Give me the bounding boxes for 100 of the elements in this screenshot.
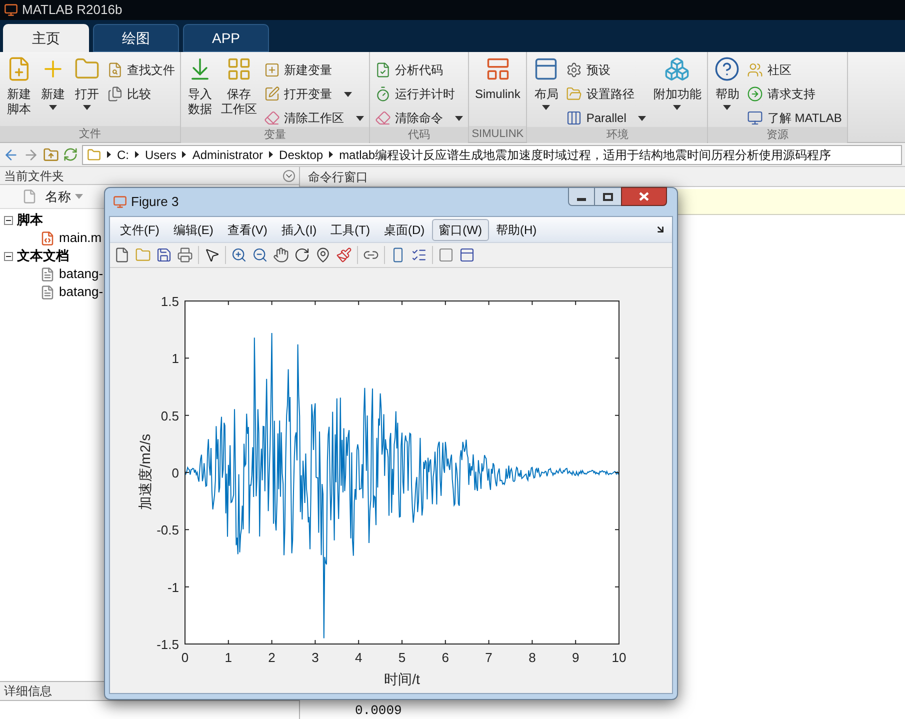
menu-item[interactable]: 桌面(D) xyxy=(376,218,432,240)
ribbon-menu-item[interactable]: 新建变量 xyxy=(261,58,367,82)
group-label: 变量 xyxy=(181,127,369,143)
zoom-out-icon xyxy=(252,247,268,263)
folder-up-icon[interactable] xyxy=(43,146,59,162)
menu-item[interactable]: 帮助(H) xyxy=(488,218,544,240)
ribbon-menu-item[interactable]: 请求支持 xyxy=(744,82,845,106)
zoom-in-icon xyxy=(231,247,247,263)
menu-item[interactable]: 文件(F) xyxy=(113,218,166,240)
square-icon xyxy=(438,247,454,263)
eraser-icon xyxy=(375,110,391,126)
ribbon-menu-item[interactable]: 运行并计时 xyxy=(372,82,466,106)
panel-icon xyxy=(459,247,475,263)
ribbon-button[interactable]: 打开 xyxy=(70,56,104,126)
tick-label: 3 xyxy=(312,650,319,665)
menu-item[interactable]: 窗口(W) xyxy=(432,218,489,240)
back-icon[interactable] xyxy=(3,146,19,162)
tick-label: 2 xyxy=(268,650,276,665)
tick-label: -1.5 xyxy=(156,637,179,652)
panel-menu-icon[interactable] xyxy=(283,170,295,182)
menu-item[interactable]: 查看(V) xyxy=(220,218,274,240)
ribbon-menu-item[interactable]: Parallel xyxy=(563,106,650,130)
ribbon-tab[interactable]: 绘图 xyxy=(93,24,179,52)
app-title: MATLAB R2016b xyxy=(22,1,122,20)
file-item[interactable]: batang- xyxy=(59,264,104,284)
new-file-icon xyxy=(114,247,130,263)
group-label: 代码 xyxy=(370,127,468,143)
tick-label: 1.5 xyxy=(160,294,179,309)
pan-icon xyxy=(273,247,289,263)
tick-label: 6 xyxy=(442,650,450,665)
ribbon-menu-item[interactable]: 分析代码 xyxy=(372,58,466,82)
print-icon xyxy=(177,247,193,263)
separator-icon xyxy=(135,151,139,158)
path-segment[interactable]: C: xyxy=(117,146,129,164)
folder-icon xyxy=(87,148,101,162)
settings-icon xyxy=(566,62,582,78)
close-button[interactable] xyxy=(621,187,667,206)
path-segment[interactable]: matlab编程设计反应谱生成地震加速度时域过程，适用于结构地震时间历程分析使用源码程序 xyxy=(339,146,832,164)
ribbon-menu-item[interactable]: 社区 xyxy=(744,58,845,82)
ribbon-tab[interactable]: 主页 xyxy=(3,24,89,52)
path-segment[interactable]: Administrator xyxy=(192,146,264,164)
tree-group[interactable]: 文本文档 xyxy=(17,246,69,266)
path-segment[interactable]: Users xyxy=(145,146,176,164)
text-file-icon xyxy=(40,284,55,300)
separator-icon xyxy=(329,151,334,158)
file-type-icon xyxy=(22,189,37,204)
axis-label: 时间/t xyxy=(384,671,420,687)
minimize-button[interactable] xyxy=(568,187,595,206)
menu-item[interactable]: 工具(T) xyxy=(324,218,377,240)
caret-icon xyxy=(723,105,732,110)
ribbon-button[interactable]: 帮助 xyxy=(710,56,744,126)
output-line: 0.0009 xyxy=(355,703,403,719)
ribbon-menu-item[interactable]: 设置路径 xyxy=(563,82,650,106)
path-segment[interactable]: Desktop xyxy=(279,146,324,164)
window-title: Figure 3 xyxy=(131,193,179,212)
ribbon-menu-item[interactable]: 预设 xyxy=(563,58,650,82)
open-folder-icon xyxy=(135,247,151,263)
eraser-icon xyxy=(264,110,280,126)
tick-label: 0.5 xyxy=(160,408,179,424)
panel-title: 当前文件夹 xyxy=(4,168,64,184)
ribbon-button[interactable]: 新建 xyxy=(36,56,70,126)
ribbon-button[interactable]: 附加功能 xyxy=(649,56,706,126)
ribbon-button[interactable]: 导入 数据 xyxy=(183,56,217,126)
caret-icon xyxy=(455,116,463,120)
collapse-icon[interactable] xyxy=(4,252,13,260)
tick-label: -0.5 xyxy=(156,522,179,538)
ribbon-button[interactable]: 布局 xyxy=(529,56,564,126)
ribbon-menu-item[interactable]: 清除命令 xyxy=(372,106,466,130)
ribbon-button[interactable]: 新建 脚本 xyxy=(2,56,36,126)
tree-group[interactable]: 脚本 xyxy=(17,210,43,230)
tick-label: 9 xyxy=(572,650,580,665)
ribbon-tab[interactable]: APP xyxy=(183,24,269,52)
tick-label: 10 xyxy=(612,650,626,665)
ribbon-button[interactable]: 保存 工作区 xyxy=(217,56,261,126)
ribbon-menu-item[interactable]: 比较 xyxy=(104,82,178,106)
menu-item[interactable]: 插入(I) xyxy=(274,218,324,240)
menu-item[interactable]: 编辑(E) xyxy=(166,218,220,240)
tick-label: 4 xyxy=(354,650,362,665)
pointer-icon xyxy=(204,247,220,263)
rotate-icon xyxy=(294,247,310,263)
ribbon-menu-item[interactable]: 查找文件 xyxy=(104,58,178,82)
file-item[interactable]: main.m xyxy=(59,228,102,248)
path-field[interactable]: C: Users Administrator Desktop matlab编程设计反应谱生成地震加速度时域过程，适用于结构地震时间历程分析使用源码程序 xyxy=(82,144,902,164)
timer-icon xyxy=(375,86,391,102)
maximize-button[interactable] xyxy=(595,187,621,206)
collapse-icon[interactable] xyxy=(4,216,13,224)
caret-icon xyxy=(83,105,91,110)
minimize-icon xyxy=(577,198,586,201)
ribbon-menu-item[interactable]: 打开变量 xyxy=(261,82,367,106)
separator-icon xyxy=(107,151,111,158)
file-item[interactable]: batang- xyxy=(59,282,104,302)
files-icon xyxy=(107,86,123,102)
bars-icon xyxy=(566,110,582,126)
ribbon-menu-item[interactable]: 清除工作区 xyxy=(261,106,367,130)
column-header[interactable]: 名称 xyxy=(45,186,83,206)
ribbon-button[interactable]: Simulink xyxy=(471,56,524,126)
ribbon-menu-item[interactable]: 了解 MATLAB xyxy=(744,106,845,130)
file-check-icon xyxy=(375,62,391,78)
separator-icon xyxy=(269,151,274,158)
dock-icon[interactable] xyxy=(655,224,666,235)
